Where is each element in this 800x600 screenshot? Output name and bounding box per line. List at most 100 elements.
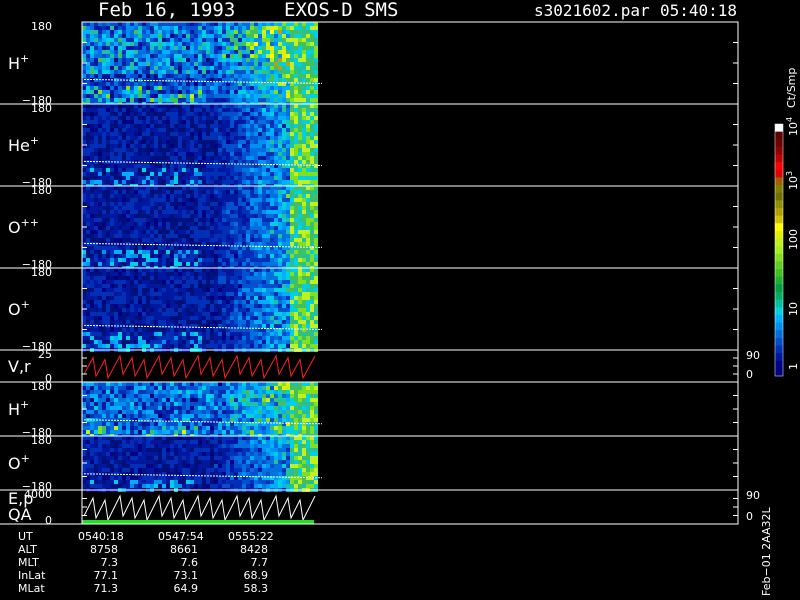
heat-cell (174, 304, 178, 308)
heat-cell (170, 284, 174, 288)
heat-cell (314, 230, 318, 234)
heat-cell (250, 234, 254, 238)
heat-cell (314, 272, 318, 276)
heat-cell (194, 50, 198, 54)
heat-cell (114, 414, 118, 418)
heat-cell (82, 242, 86, 246)
heat-cell (90, 410, 94, 414)
heat-cell (254, 242, 258, 246)
heat-cell (178, 250, 182, 254)
heat-cell (230, 50, 234, 54)
heat-cell (298, 250, 302, 254)
heat-cell (222, 254, 226, 258)
heat-cell (118, 344, 122, 348)
heat-cell (114, 406, 118, 410)
heat-cell (298, 156, 302, 160)
heat-cell (114, 222, 118, 226)
heat-cell (250, 128, 254, 132)
heat-cell (218, 300, 222, 304)
heat-cell (222, 250, 226, 254)
heat-cell (106, 414, 110, 418)
heat-cell (118, 296, 122, 300)
heat-cell (98, 66, 102, 70)
heat-cell (86, 262, 90, 266)
heat-cell (278, 34, 282, 38)
heat-cell (186, 152, 190, 156)
heat-cell (226, 226, 230, 230)
heat-cell (310, 250, 314, 254)
heat-cell (270, 54, 274, 58)
heat-cell (146, 332, 150, 336)
heat-cell (254, 202, 258, 206)
heat-cell (314, 202, 318, 206)
heat-cell (234, 176, 238, 180)
heat-cell (282, 86, 286, 90)
heat-cell (206, 218, 210, 222)
heat-cell (226, 426, 230, 430)
heat-cell (226, 194, 230, 198)
heat-cell (130, 176, 134, 180)
heat-cell (294, 172, 298, 176)
heat-cell (106, 112, 110, 116)
heat-cell (102, 202, 106, 206)
heat-cell (194, 426, 198, 430)
heat-cell (266, 210, 270, 214)
heat-cell (154, 86, 158, 90)
heat-cell (198, 344, 202, 348)
heat-cell (218, 418, 222, 422)
heat-cell (154, 98, 158, 102)
heat-cell (238, 86, 242, 90)
heat-cell (222, 226, 226, 230)
heat-cell (306, 108, 310, 112)
heat-cell (266, 280, 270, 284)
heat-cell (182, 104, 186, 108)
heat-cell (162, 402, 166, 406)
heat-cell (150, 398, 154, 402)
heat-cell (202, 272, 206, 276)
heat-cell (194, 104, 198, 108)
heat-cell (94, 172, 98, 176)
heat-cell (182, 312, 186, 316)
heat-cell (246, 120, 250, 124)
heat-cell (294, 132, 298, 136)
heat-cell (166, 58, 170, 62)
heat-cell (126, 54, 130, 58)
heat-cell (270, 222, 274, 226)
heat-cell (94, 132, 98, 136)
heat-cell (122, 336, 126, 340)
heat-cell (250, 78, 254, 82)
heat-cell (202, 186, 206, 190)
heat-cell (206, 250, 210, 254)
heat-cell (266, 202, 270, 206)
heat-cell (150, 50, 154, 54)
heat-cell (254, 320, 258, 324)
heat-cell (262, 210, 266, 214)
heat-cell (218, 194, 222, 198)
heat-cell (198, 66, 202, 70)
heat-cell (314, 98, 318, 102)
heat-cell (134, 344, 138, 348)
heat-cell (278, 234, 282, 238)
heat-cell (218, 390, 222, 394)
heat-cell (250, 160, 254, 164)
heat-cell (298, 86, 302, 90)
heat-cell (218, 58, 222, 62)
heat-cell (246, 176, 250, 180)
heat-cell (234, 34, 238, 38)
heat-cell (254, 124, 258, 128)
heat-cell (174, 98, 178, 102)
heat-cell (210, 344, 214, 348)
heat-cell (130, 86, 134, 90)
y-top-label: 180 (31, 20, 52, 33)
heat-cell (262, 30, 266, 34)
heat-cell (166, 422, 170, 426)
heat-cell (306, 218, 310, 222)
heat-cell (238, 280, 242, 284)
heat-cell (122, 414, 126, 418)
heat-cell (274, 190, 278, 194)
heat-cell (214, 280, 218, 284)
heat-cell (98, 246, 102, 250)
heat-cell (138, 156, 142, 160)
heat-cell (86, 78, 90, 82)
heat-cell (102, 292, 106, 296)
